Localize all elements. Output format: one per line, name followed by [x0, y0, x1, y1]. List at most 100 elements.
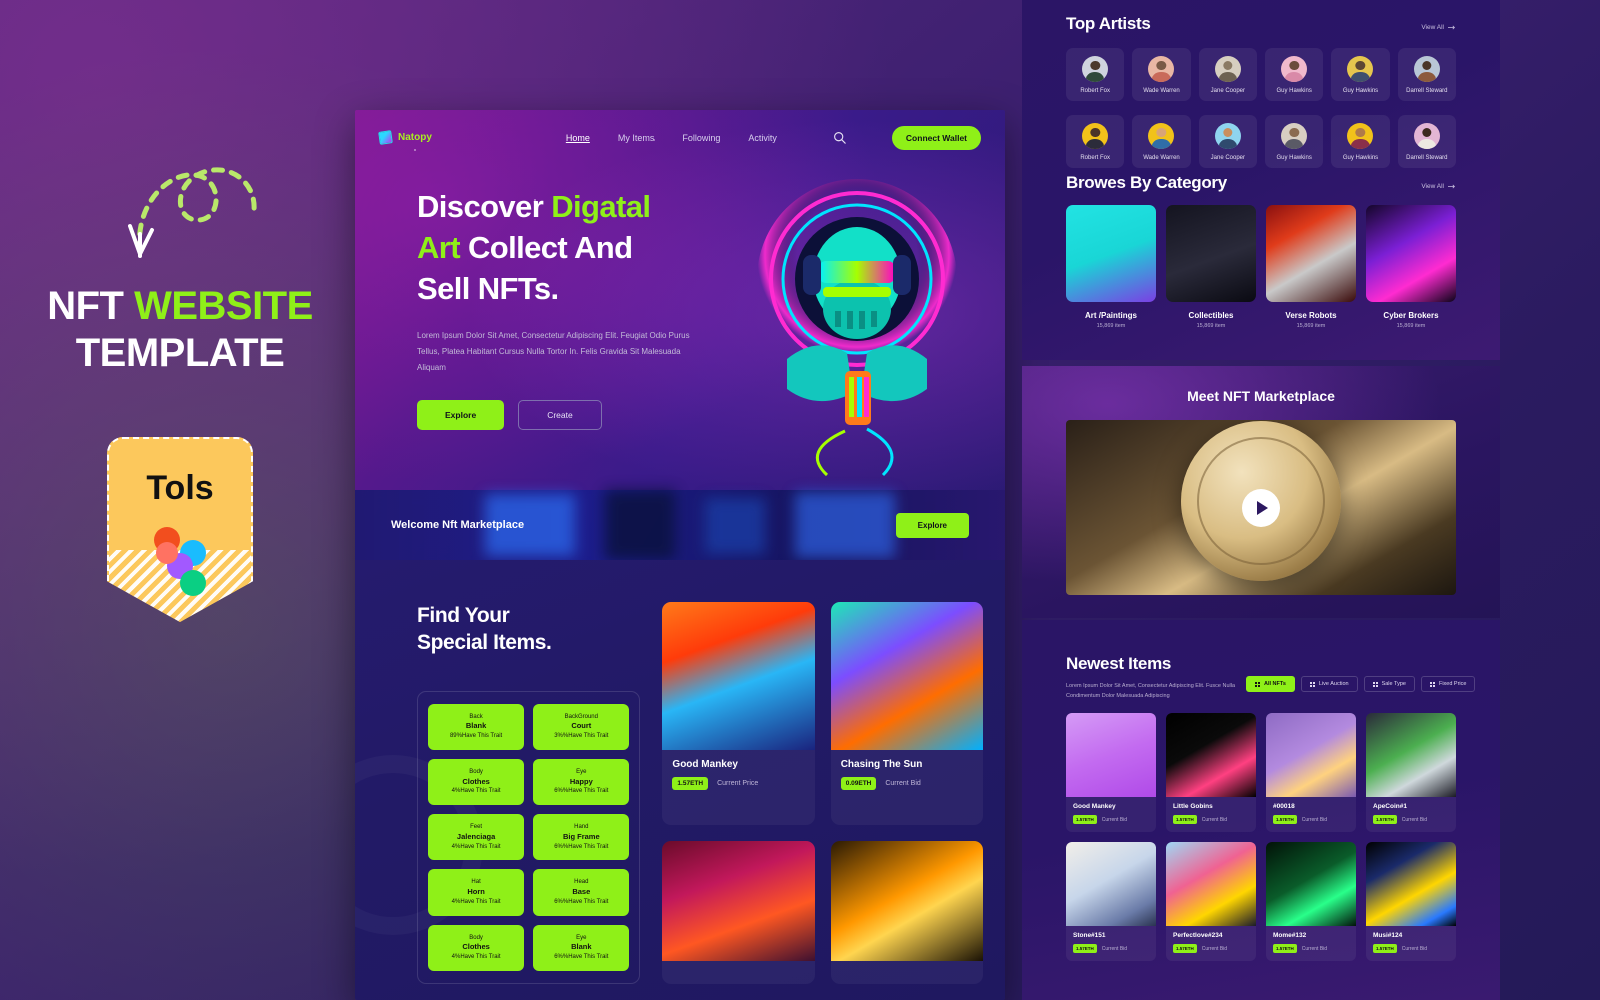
newest-item-card[interactable]: ApeCoin#1 1.57ETH Current Bid	[1366, 713, 1456, 833]
newest-item-card[interactable]: Stone#151 1.57ETH Current Bid	[1066, 842, 1156, 962]
artist-card[interactable]: Guy Hawkins	[1264, 115, 1324, 168]
trait-card[interactable]: Eye Happy 6%%Have This Trait	[533, 758, 630, 806]
nft-card[interactable]: Good Mankey 1.57ETH Current Price	[662, 602, 815, 825]
filter-fixed-price[interactable]: Fixed Price	[1420, 676, 1476, 692]
hero-heading: Discover Digatal Art Collect And Sell NF…	[417, 187, 685, 310]
trait-card[interactable]: Back Blank 89%Have This Trait	[428, 703, 525, 750]
artist-card[interactable]: Wade Warren	[1132, 115, 1191, 168]
nav-item-activity[interactable]: Activity	[748, 133, 777, 143]
item-name: Stone#151	[1073, 932, 1106, 940]
filter-all-nfts[interactable]: All NFTs	[1246, 676, 1295, 692]
item-price-label: Current Bid	[1301, 945, 1328, 952]
artist-name: Robert Fox	[1080, 155, 1110, 161]
item-name: ApeCoin#1	[1373, 803, 1407, 811]
trait-value: Clothes	[462, 942, 490, 952]
item-price-label: Current Bid	[1401, 816, 1428, 823]
nft-card[interactable]	[830, 840, 983, 984]
artist-card[interactable]: Robert Fox	[1066, 115, 1125, 168]
nft-price-label: Current Bid	[885, 780, 921, 787]
category-view-all[interactable]: View All	[1421, 183, 1456, 193]
avatar	[1148, 123, 1175, 149]
trait-type: Hat	[471, 879, 481, 886]
artist-card[interactable]: Jane Cooper	[1198, 115, 1257, 168]
item-thumbnail	[1066, 713, 1156, 798]
top-artists-title: Top Artists	[1066, 14, 1151, 33]
filter-label: All NFTs	[1264, 681, 1286, 687]
artist-card[interactable]: Robert Fox	[1066, 48, 1125, 101]
hero-explore-button[interactable]: Explore	[417, 399, 505, 430]
category-card[interactable]: Art /Paintings 15,869 item	[1066, 205, 1156, 329]
promo-title-line2: TEMPLATE	[75, 331, 285, 376]
artist-card[interactable]: Guy Hawkins	[1331, 115, 1390, 168]
newest-item-card[interactable]: Good Mankey 1.57ETH Current Bid	[1066, 713, 1156, 833]
item-price-badge: 1.57ETH	[1173, 944, 1197, 954]
trait-card[interactable]: Body Clothes 4%Have This Trait	[428, 758, 525, 806]
newest-item-card[interactable]: Mome#132 1.57ETH Current Bid	[1266, 842, 1356, 962]
filter-live-auction[interactable]: Live Auction	[1300, 676, 1358, 692]
filter-label: Live Auction	[1318, 681, 1349, 687]
trait-value: Big Frame	[562, 831, 600, 841]
hero-create-button[interactable]: Create	[518, 399, 602, 430]
newest-item-card[interactable]: #00018 1.57ETH Current Bid	[1266, 713, 1356, 833]
item-price-label: Current Bid	[1101, 945, 1128, 952]
featured-nft-grid: Good Mankey 1.57ETH Current Price Chasing T…	[662, 602, 983, 984]
hero-h1-part3: Sell NFTs.	[417, 270, 559, 306]
newest-item-card[interactable]: Musi#124 1.57ETH Current Bid	[1366, 842, 1456, 962]
artist-card[interactable]: Guy Hawkins	[1264, 48, 1324, 101]
special-heading: Find Your Special Items.	[417, 602, 640, 657]
category-card[interactable]: Verse Robots 15,869 item	[1266, 205, 1356, 329]
nav-item-my-items[interactable]: My Items	[618, 133, 655, 143]
connect-wallet-button[interactable]: Connect Wallet	[891, 125, 981, 150]
promo-title: NFT WEBSITE TEMPLATE	[0, 283, 360, 377]
artist-card[interactable]: Wade Warren	[1132, 48, 1191, 101]
artist-card[interactable]: Guy Hawkins	[1331, 48, 1390, 101]
artist-card[interactable]: Darrell Steward	[1397, 48, 1456, 101]
item-price-label: Current Bid	[1201, 945, 1228, 952]
search-icon[interactable]	[833, 131, 846, 144]
nav-item-home[interactable]: Home	[566, 133, 590, 143]
banner-explore-button[interactable]: Explore	[895, 512, 969, 538]
item-price-label: Current Bid	[1201, 816, 1228, 823]
artist-card[interactable]: Darrell Steward	[1397, 115, 1456, 168]
video-player[interactable]	[1066, 420, 1456, 595]
filter-sale-type[interactable]: Sale Type	[1363, 676, 1415, 692]
trait-value: Clothes	[462, 776, 490, 786]
play-icon[interactable]	[1242, 488, 1280, 527]
newest-item-card[interactable]: Perfectlove#234 1.57ETH Current Bid	[1166, 842, 1256, 962]
category-card[interactable]: Cyber Brokers 15,869 item	[1366, 205, 1456, 329]
trait-rarity: 4%Have This Trait	[451, 898, 501, 905]
trait-card[interactable]: Hand Big Frame 6%%Have This Trait	[533, 814, 630, 861]
trait-card[interactable]: Body Clothes 4%Have This Trait	[428, 924, 525, 971]
item-name: Good Mankey	[1073, 803, 1116, 811]
item-price-badge: 1.57ETH	[1273, 815, 1297, 825]
nav-item-following[interactable]: Following	[682, 133, 720, 143]
avatar	[1281, 123, 1308, 149]
nft-card[interactable]: Chasing The Sun 0.09ETH Current Bid	[830, 602, 983, 825]
newest-subtitle: Lorem Ipsum Dolor Sit Amet, Consectetur …	[1066, 683, 1236, 699]
newest-item-card[interactable]: Little Gobins 1.57ETH Current Bid	[1166, 713, 1256, 833]
nft-price-label: Current Price	[717, 780, 759, 787]
trait-rarity: 6%%Have This Trait	[554, 954, 609, 961]
trait-value: Base	[572, 887, 591, 897]
category-thumbnail	[1166, 205, 1256, 302]
trait-type: Head	[574, 879, 589, 886]
artist-card[interactable]: Jane Cooper	[1198, 48, 1257, 101]
trait-card[interactable]: BackGround Court 3%%Have This Trait	[533, 703, 630, 750]
nft-price-badge: 0.09ETH	[840, 777, 877, 790]
hero-body: Discover Digatal Art Collect And Sell NF…	[355, 165, 1005, 477]
artist-name: Robert Fox	[1080, 88, 1110, 94]
video-panel: Meet NFT Marketplace	[1022, 366, 1500, 618]
site-logo[interactable]: Natopy	[378, 130, 432, 145]
trait-card[interactable]: Head Base 6%%Have This Trait	[533, 869, 630, 916]
trait-card[interactable]: Hat Horn 4%Have This Trait	[428, 869, 525, 916]
trait-card[interactable]: Feet Jalenciaga 4%Have This Trait	[428, 814, 525, 861]
category-card[interactable]: Collectibles 15,869 item	[1166, 205, 1256, 329]
top-artists-view-all[interactable]: View All	[1421, 24, 1456, 34]
item-price-label: Current Bid	[1301, 816, 1328, 823]
nft-card[interactable]	[662, 840, 815, 984]
trait-card[interactable]: Eye Blank 6%%Have This Trait	[533, 924, 630, 971]
trait-type: BackGround	[564, 713, 598, 720]
trait-type: Body	[469, 934, 483, 941]
trait-rarity: 6%%Have This Trait	[554, 898, 609, 905]
hero-text-block: Discover Digatal Art Collect And Sell NF…	[355, 187, 690, 430]
